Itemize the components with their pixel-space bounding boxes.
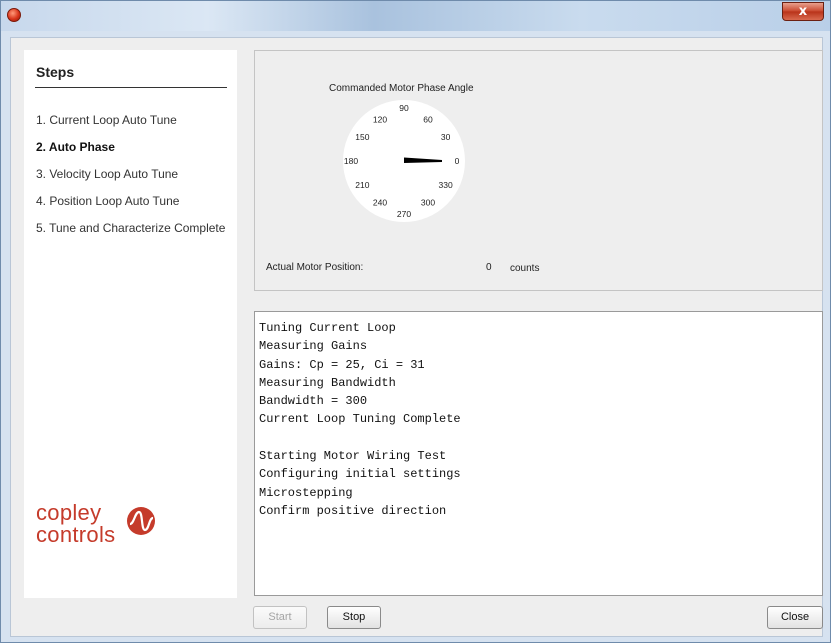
actual-motor-position-label: Actual Motor Position:: [266, 262, 364, 273]
log-line: Current Loop Tuning Complete: [259, 412, 461, 427]
log-line: Measuring Bandwidth: [259, 375, 396, 390]
log-line: Confirm positive direction: [259, 503, 447, 518]
close-button[interactable]: Close: [767, 606, 823, 629]
dial-tick-label: 270: [397, 209, 411, 219]
steps-divider: [35, 87, 227, 88]
dial-tick-label: 330: [439, 180, 453, 190]
log-line: Bandwidth = 300: [259, 394, 368, 409]
phase-angle-dial: 0 30 60 90 120 150 180 210 240 270 300 330: [343, 100, 465, 222]
logo-line-1: copley: [36, 500, 102, 525]
log-line: Microstepping: [259, 485, 353, 500]
log-line: Tuning Current Loop: [259, 321, 396, 335]
step-position-loop-auto-tune: 4. Position Loop Auto Tune: [36, 194, 180, 208]
dial-tick-label: 60: [423, 114, 433, 124]
copley-controls-logo: copley controls: [36, 500, 166, 560]
dial-tick-label: 120: [373, 114, 387, 124]
logo-mark-icon: [127, 507, 155, 535]
window-close-button[interactable]: x: [782, 2, 824, 21]
dial-tick-label: 0: [455, 156, 460, 166]
stop-button[interactable]: Stop: [327, 606, 381, 629]
title-bar[interactable]: x: [1, 1, 830, 31]
dial-tick-label: 180: [344, 156, 358, 166]
step-auto-phase: 2. Auto Phase: [36, 140, 115, 154]
step-tune-and-characterize-complete: 5. Tune and Characterize Complete: [36, 221, 226, 235]
dial-tick-label: 240: [373, 198, 387, 208]
dial-tick-label: 150: [355, 132, 369, 142]
dial-tick-label: 90: [399, 103, 409, 113]
actual-motor-position-value: 0: [486, 262, 492, 273]
dial-tick-label: 300: [421, 198, 435, 208]
steps-title: Steps: [36, 64, 75, 80]
phase-angle-panel: Commanded Motor Phase Angle 0 30 60 90 120 15…: [254, 50, 823, 291]
actual-motor-position-unit: counts: [510, 263, 540, 274]
start-button[interactable]: Start: [253, 606, 307, 629]
step-current-loop-auto-tune: 1. Current Loop Auto Tune: [36, 113, 177, 127]
step-velocity-loop-auto-tune: 3. Velocity Loop Auto Tune: [36, 167, 179, 181]
log-line: Starting Motor Wiring Test: [259, 449, 447, 464]
app-window: x Steps 1. Current Loop Auto Tune 2. Aut…: [0, 0, 831, 643]
log-line: Measuring Gains: [259, 339, 368, 354]
log-line: Gains: Cp = 25, Ci = 31: [259, 357, 425, 372]
dial-tick-label: 30: [441, 132, 451, 142]
steps-panel: Steps 1. Current Loop Auto Tune 2. Auto …: [24, 50, 237, 598]
phase-angle-title: Commanded Motor Phase Angle: [329, 83, 474, 94]
dialog-body: Steps 1. Current Loop Auto Tune 2. Auto …: [10, 37, 823, 637]
logo-line-2: controls: [36, 522, 116, 547]
log-line: Configuring initial settings: [259, 467, 461, 482]
tuning-log[interactable]: Tuning Current Loop Measuring Gains Gains:…: [254, 311, 823, 596]
dial-tick-label: 210: [355, 180, 369, 190]
app-icon: [7, 8, 21, 22]
